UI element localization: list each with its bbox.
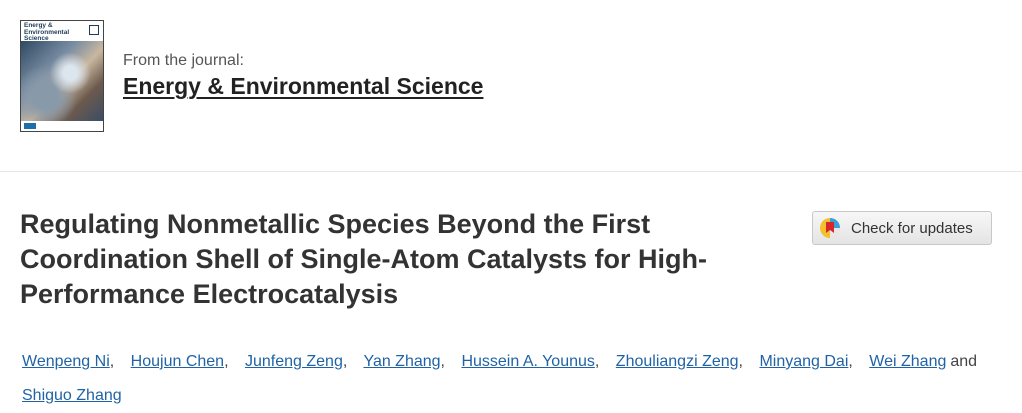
check-for-updates-label: Check for updates [851, 219, 973, 237]
publisher-logo [24, 123, 36, 129]
author-link[interactable]: Wenpeng Ni [22, 353, 110, 370]
author-link[interactable]: Yan Zhang [363, 353, 440, 370]
author-separator: , [738, 353, 743, 370]
cover-title: Energy & Environmental Science [24, 22, 70, 42]
cover-artwork [21, 41, 103, 121]
author-link[interactable]: Junfeng Zeng [245, 353, 343, 370]
authors-conjunction: and [950, 353, 978, 370]
author-link[interactable]: Minyang Dai [759, 353, 848, 370]
author-link[interactable]: Wei Zhang [869, 353, 946, 370]
author-separator: , [224, 353, 229, 370]
journal-label: From the journal: [123, 52, 244, 69]
author-separator: , [109, 353, 115, 370]
crossmark-icon [820, 218, 840, 238]
journal-name-link[interactable]: Energy & Environmental Science [123, 73, 483, 100]
journal-cover-image[interactable]: Energy & Environmental Science [20, 20, 104, 132]
author-link[interactable]: Hussein A. Younus [461, 353, 594, 370]
author-separator: , [342, 353, 348, 370]
author-separator: , [440, 353, 445, 370]
author-link[interactable]: Houjun Chen [131, 353, 224, 370]
cover-logo-icon [89, 25, 99, 35]
check-for-updates-button[interactable]: Check for updates [812, 211, 992, 245]
article-title: Regulating Nonmetallic Species Beyond th… [20, 209, 708, 309]
author-list: Wenpeng Ni, Houjun Chen, Junfeng Zeng, Y… [22, 345, 982, 413]
journal-header: Energy & Environmental Science From the … [0, 0, 1022, 172]
author-link[interactable]: Zhouliangzi Zeng [616, 353, 739, 370]
author-separator: , [848, 353, 853, 370]
author-separator: , [594, 353, 600, 370]
author-link[interactable]: Shiguo Zhang [22, 387, 122, 404]
